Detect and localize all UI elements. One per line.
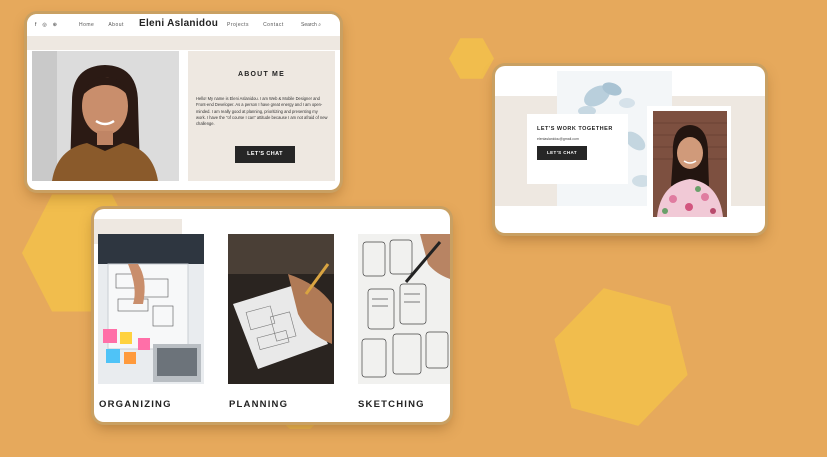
hexagon-decoration-top xyxy=(449,38,494,79)
process-section-screenshot: ORGANIZING PLANNING SKETCHING xyxy=(94,209,450,422)
search-icon: ⌕ xyxy=(318,22,322,28)
hexagon-decoration-right xyxy=(536,272,705,441)
nav-home-link[interactable]: Home xyxy=(79,22,94,28)
profile-photo xyxy=(32,51,179,181)
about-me-panel: ABOUT ME Hello! My name is Eleni Aslanid… xyxy=(188,51,335,181)
social-links: f ◎ ⊕ xyxy=(35,22,57,28)
about-me-text: Hello! My name is Eleni Aslanidou. I am … xyxy=(196,96,328,127)
sketching-label: SKETCHING xyxy=(358,399,425,410)
contact-page-screenshot: LET'S WORK TOGETHER eleniaslanidou@gmail… xyxy=(495,66,765,233)
about-me-title: ABOUT ME xyxy=(238,71,285,78)
planning-photo xyxy=(228,234,334,384)
work-together-box: LET'S WORK TOGETHER eleniaslanidou@gmail… xyxy=(527,114,628,184)
portrait-frame xyxy=(647,106,731,222)
organizing-label: ORGANIZING xyxy=(99,399,172,410)
sketching-photo xyxy=(358,234,450,384)
instagram-icon[interactable]: ◎ xyxy=(42,22,46,28)
nav-search[interactable]: Search ⌕ xyxy=(301,22,321,28)
nav-contact-link[interactable]: Contact xyxy=(263,22,284,28)
nav-about-link[interactable]: About xyxy=(108,22,124,28)
contact-email[interactable]: eleniaslanidou@gmail.com xyxy=(537,137,579,141)
globe-icon[interactable]: ⊕ xyxy=(53,22,57,28)
lets-chat-button-2[interactable]: LET'S CHAT xyxy=(537,146,587,160)
organizing-photo xyxy=(98,234,204,384)
lets-chat-button[interactable]: LET'S CHAT xyxy=(235,146,295,163)
nav-search-label: Search xyxy=(301,22,317,28)
about-page-screenshot: f ◎ ⊕ Home About Eleni Aslanidou Project… xyxy=(27,14,340,190)
nav-projects-link[interactable]: Projects xyxy=(227,22,249,28)
portrait-photo xyxy=(653,111,727,217)
top-navigation: f ◎ ⊕ Home About Eleni Aslanidou Project… xyxy=(27,14,340,36)
work-together-title: LET'S WORK TOGETHER xyxy=(537,126,613,132)
header-band xyxy=(27,36,340,50)
planning-label: PLANNING xyxy=(229,399,289,410)
facebook-icon[interactable]: f xyxy=(35,22,36,28)
site-logo-text[interactable]: Eleni Aslanidou xyxy=(139,18,218,29)
